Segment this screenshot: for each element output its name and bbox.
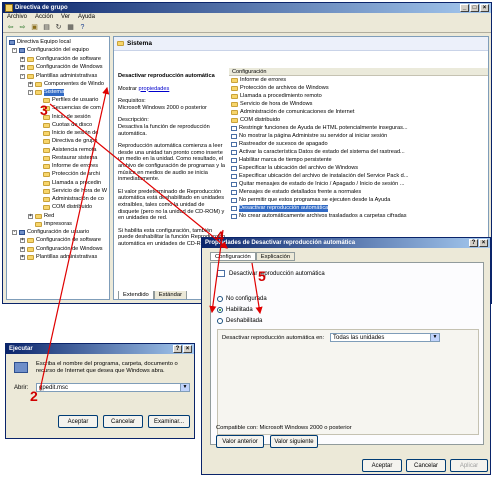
step-number-3: 3 bbox=[40, 102, 48, 118]
step-number-2: 2 bbox=[30, 388, 38, 404]
step-number-4: 4 bbox=[216, 228, 224, 244]
arrow-step-2 bbox=[39, 86, 110, 391]
annotation-arrows bbox=[39, 86, 263, 391]
step-number-5: 5 bbox=[258, 268, 266, 284]
